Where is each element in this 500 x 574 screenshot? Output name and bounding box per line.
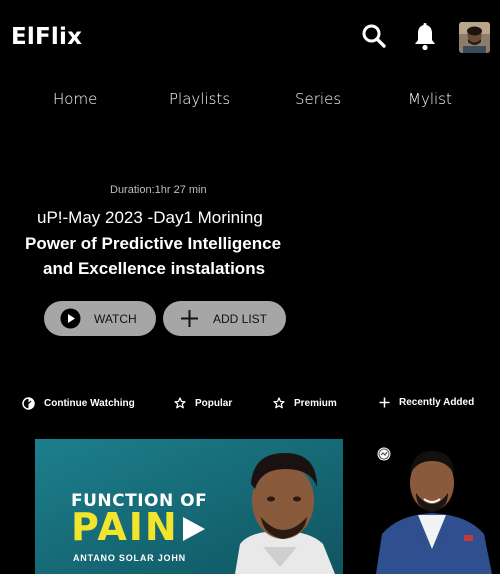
video-card-function-of-pain[interactable]: FUNCTION OF PAIN ANTANO SOLAR JOHN [35,439,343,574]
fitness-badge-icon [377,447,391,461]
tab-recently-added[interactable]: Recently Added [379,397,474,408]
notifications-button[interactable] [411,22,439,52]
category-tabs: Continue Watching Popular Premium Recent… [0,397,500,415]
watch-label: WATCH [94,312,137,326]
tab-label: Popular [195,397,233,409]
hero-title-line2: Power of Predictive Intelligence [25,234,282,253]
tab-label: Continue Watching [44,398,135,409]
video-card-speaker[interactable] [368,439,500,574]
app-root: ElFlix Home Playlists Series Mylist Dura… [0,0,500,574]
main-nav: Home Playlists Series Mylist [0,90,500,112]
half-circle-icon [22,397,35,410]
star-outline-icon [273,397,285,409]
search-icon [362,24,386,48]
top-bar: ElFlix [0,0,500,76]
star-outline-icon [174,397,186,409]
play-icon[interactable] [178,514,208,544]
nav-playlists[interactable]: Playlists [169,90,230,108]
watch-button[interactable]: WATCH [44,301,156,336]
search-button[interactable] [360,22,388,50]
hero-title-line1: uP!-May 2023 -Day1 Morining [37,208,263,227]
hero-duration: Duration:1hr 27 min [110,184,207,196]
nav-mylist[interactable]: Mylist [408,90,452,108]
play-circle-icon [60,308,81,329]
bell-icon [415,23,435,51]
tab-label: Premium [294,397,337,409]
add-list-label: ADD LIST [213,312,268,326]
tab-premium[interactable]: Premium [273,397,337,409]
add-list-button[interactable]: ADD LIST [163,301,286,336]
plus-icon [379,397,390,408]
tab-label: Recently Added [399,397,475,408]
avatar-image [459,22,490,53]
nav-home[interactable]: Home [53,90,97,108]
thumbnail-title-line2: PAIN [71,505,179,549]
hero-title-line3: and Excellence instalations [43,259,266,278]
brand-logo[interactable]: ElFlix [11,24,82,50]
plus-icon [180,309,199,328]
profile-avatar[interactable] [459,22,490,53]
thumbnail-speaker-name: ANTANO SOLAR JOHN [73,553,186,563]
tab-popular[interactable]: Popular [174,397,232,409]
tab-continue-watching[interactable]: Continue Watching [22,397,135,410]
nav-series[interactable]: Series [295,90,341,108]
